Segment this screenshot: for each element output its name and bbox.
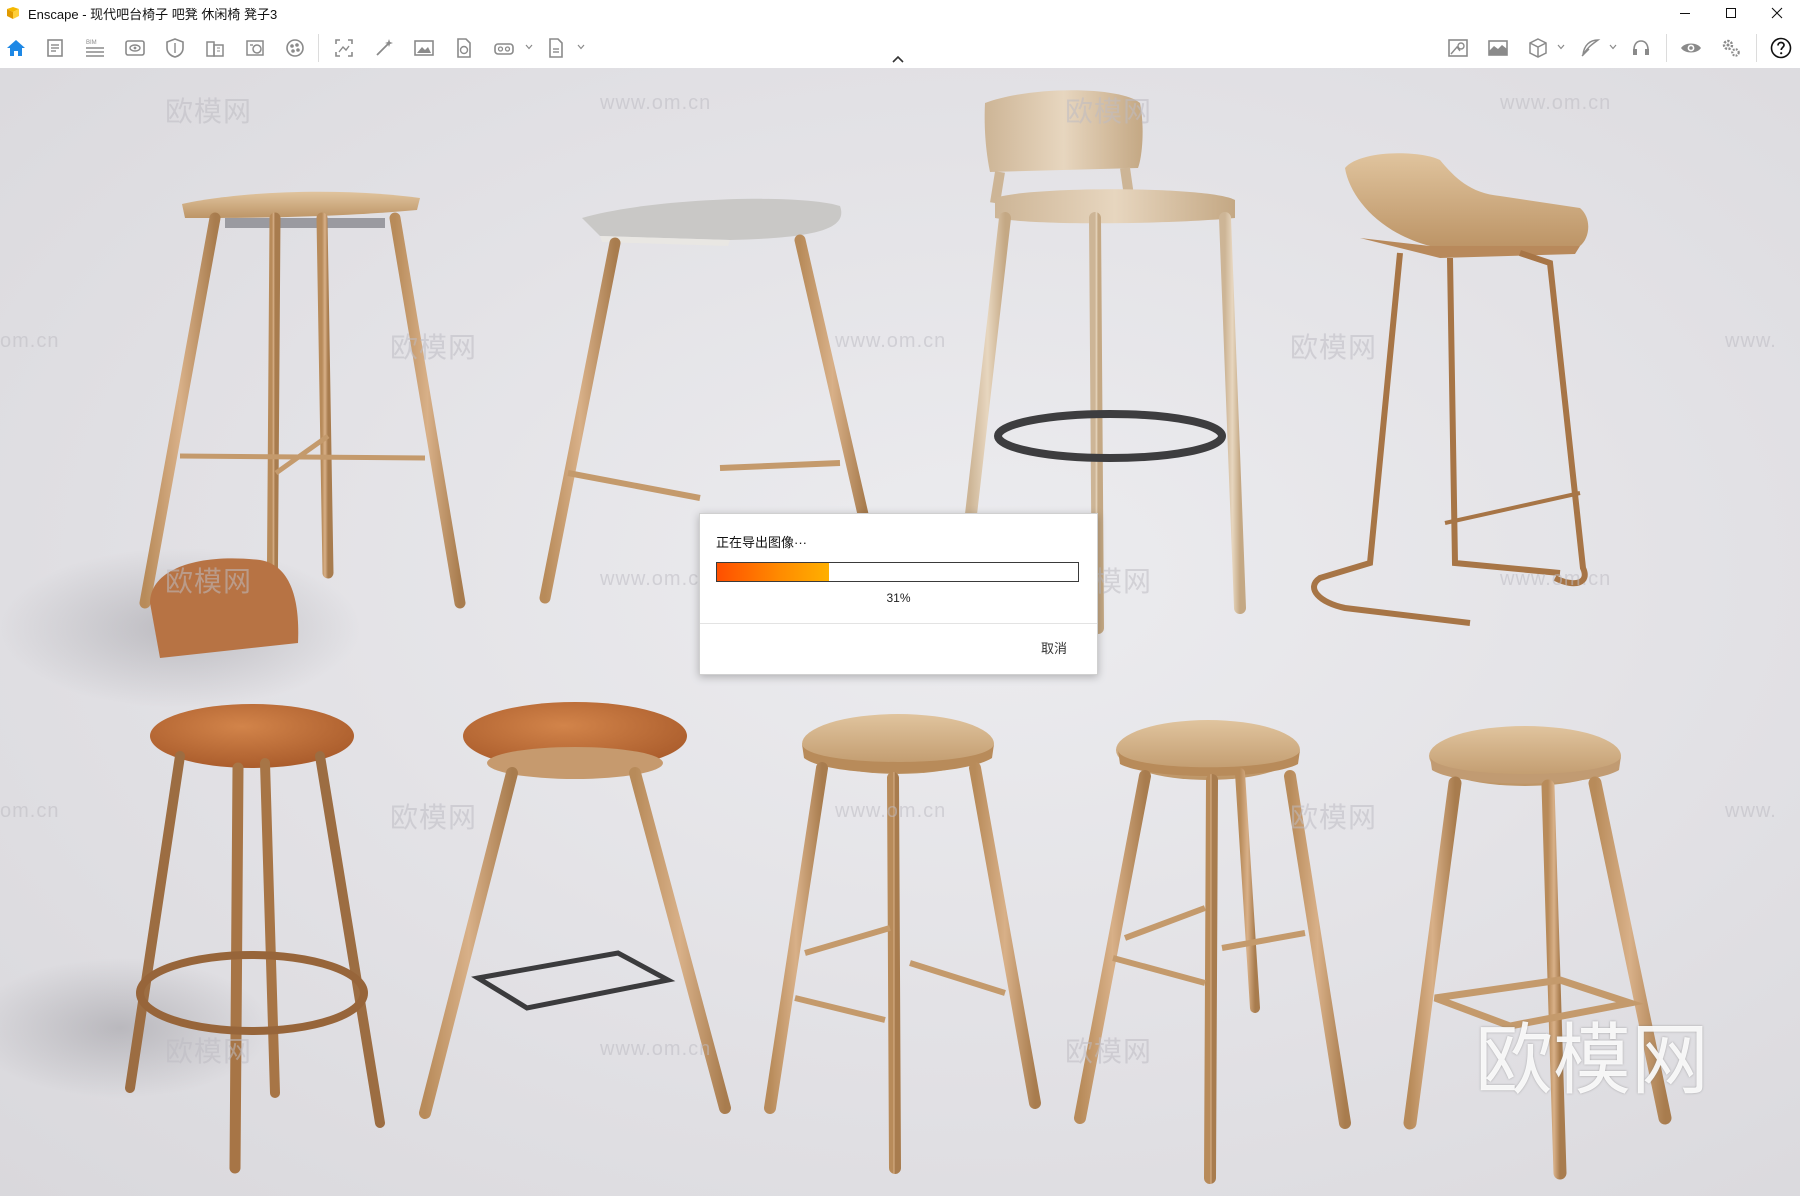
export-file-icon: [457, 38, 471, 58]
chevron-down-icon: [577, 44, 585, 50]
home-icon: [7, 40, 25, 56]
bim-icon: BIM: [86, 40, 104, 57]
progress-percent-text: 31%: [886, 591, 911, 605]
feather-button[interactable]: [1577, 35, 1603, 61]
image-icon: [414, 40, 434, 56]
watermark: 欧模网: [165, 566, 253, 597]
collapse-toolbar-chevron-up-icon[interactable]: [890, 53, 906, 65]
watermark: 欧模网: [390, 802, 478, 833]
export-progress-bar: [716, 562, 1079, 582]
stool-round-oak-1: [764, 714, 1041, 1174]
brand-watermark: 欧模网: [1475, 1016, 1710, 1106]
chevron-down-icon: [525, 44, 533, 50]
dialog-divider: [700, 623, 1097, 624]
watermark: 欧模网: [165, 1036, 253, 1067]
panorama-icon: [1488, 40, 1508, 56]
watermark: 欧模网: [390, 332, 478, 363]
home-button[interactable]: [3, 35, 29, 61]
help-icon: [1770, 37, 1792, 59]
material-icon: [286, 39, 304, 57]
close-icon: [1771, 7, 1783, 19]
progress-bar-fill: [717, 563, 829, 581]
enscape-logo-icon: [7, 7, 19, 19]
toolbar-separator: [1666, 34, 1667, 62]
minimize-button[interactable]: [1662, 0, 1708, 26]
watermark: om.cn: [0, 330, 60, 352]
bim-button[interactable]: BIM: [82, 35, 108, 61]
window-controls: [1662, 0, 1800, 26]
headset-icon: [1633, 40, 1649, 55]
watermark: 欧模网: [1065, 96, 1153, 127]
minimize-icon: [1680, 13, 1690, 14]
watermark: 欧模网: [1065, 1036, 1153, 1067]
settings-gears-icon: [1722, 39, 1740, 57]
shield-button[interactable]: [162, 35, 188, 61]
watermark: www.om.cn: [835, 330, 947, 352]
cancel-button[interactable]: 取消: [1041, 638, 1067, 657]
watermark: www.om.cn: [1500, 92, 1612, 114]
settings-button[interactable]: [1718, 35, 1744, 61]
pdf-export-button[interactable]: [543, 35, 569, 61]
document-button[interactable]: [42, 35, 68, 61]
asset-library-button[interactable]: [242, 35, 268, 61]
watermark: www.om.cn: [600, 92, 712, 114]
maximize-icon: [1726, 8, 1736, 18]
stool-round-oak-2: [1074, 720, 1351, 1184]
panorama-button[interactable]: [1485, 35, 1511, 61]
screenshot-icon: [335, 39, 353, 57]
title-bar: Enscape - 现代吧台椅子 吧凳 休闲椅 凳子3: [0, 0, 1800, 26]
document-icon: [47, 39, 63, 57]
watermark: www.: [1725, 330, 1777, 352]
chevron-down-icon: [1609, 44, 1617, 50]
watermark: www.om.cn: [835, 800, 947, 822]
cube-view-icon: [1529, 38, 1547, 58]
feather-dropdown-button[interactable]: [1608, 40, 1618, 54]
shield-icon: [166, 38, 184, 58]
asset-library-icon: [246, 40, 264, 56]
pdf-export-icon: [549, 38, 563, 58]
pdf-dropdown-button[interactable]: [576, 40, 586, 54]
eye-button[interactable]: [1678, 35, 1704, 61]
help-button[interactable]: [1768, 35, 1794, 61]
magic-wand-icon: [376, 39, 393, 56]
toolbar-separator: [1756, 34, 1757, 62]
svg-text:BIM: BIM: [86, 40, 97, 46]
visual-settings-icon: [1448, 39, 1468, 57]
watermark: om.cn: [0, 800, 60, 822]
stool-bentwood-metal: [1311, 153, 1589, 626]
watermark: www.: [1725, 800, 1777, 822]
image-button[interactable]: [411, 35, 437, 61]
maximize-button[interactable]: [1708, 0, 1754, 26]
close-button[interactable]: [1754, 0, 1800, 26]
building-icon: [206, 41, 224, 57]
view-button[interactable]: [122, 35, 148, 61]
watermark: 欧模网: [1290, 802, 1378, 833]
watermark: www.om.cn: [600, 568, 712, 590]
export-progress-dialog: 正在导出图像··· 31% 取消: [699, 513, 1098, 675]
watermark: 欧模网: [1290, 332, 1378, 363]
feather-icon: [1581, 39, 1601, 57]
watermark: www.om.cn: [1500, 568, 1612, 590]
material-button[interactable]: [282, 35, 308, 61]
window-title: Enscape - 现代吧台椅子 吧凳 休闲椅 凳子3: [28, 6, 278, 22]
screenshot-button[interactable]: [331, 35, 357, 61]
eye-icon: [1681, 43, 1701, 53]
watermark: 欧模网: [165, 96, 253, 127]
toolbar-separator: [318, 34, 319, 62]
magic-wand-button[interactable]: [371, 35, 397, 61]
chevron-down-icon: [1557, 44, 1565, 50]
dialog-title: 正在导出图像···: [716, 535, 807, 550]
view-icon: [125, 40, 145, 56]
watermark: www.om.cn: [600, 1038, 712, 1060]
cube-dropdown-button[interactable]: [1556, 40, 1566, 54]
export-file-button[interactable]: [451, 35, 477, 61]
vr-dropdown-button[interactable]: [524, 40, 534, 54]
vr-headset-icon: [494, 43, 514, 55]
cube-view-button[interactable]: [1525, 35, 1551, 61]
vr-headset-button[interactable]: [491, 35, 517, 61]
visual-settings-button[interactable]: [1445, 35, 1471, 61]
headset-button[interactable]: [1628, 35, 1654, 61]
building-button[interactable]: [202, 35, 228, 61]
